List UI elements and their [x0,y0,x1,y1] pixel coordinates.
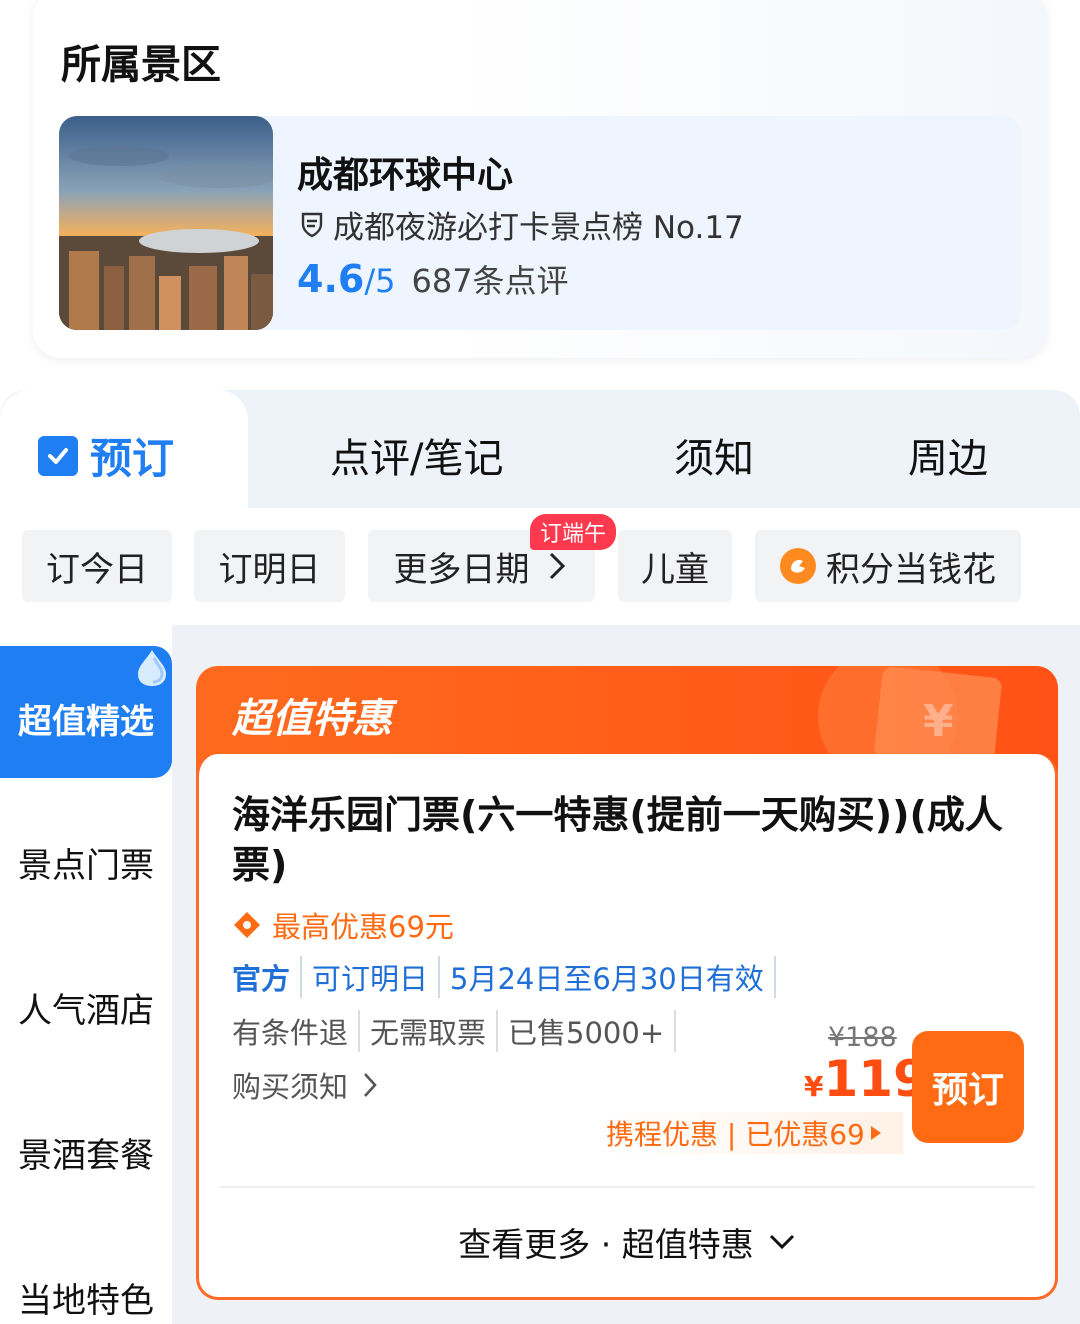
caret-right-icon [870,1126,881,1140]
view-more-button[interactable]: 查看更多 · 超值特惠 [196,1218,1058,1266]
svg-text:¥: ¥ [923,696,954,747]
chip-today[interactable]: 订今日 [22,530,172,602]
droplet-icon [138,650,166,686]
review-count: 687条点评 [411,262,569,300]
sale-price: ¥ 119 [804,1050,928,1108]
feature-tags: 官方 可订明日 5月24日至6月30日有效 [232,956,776,998]
chip-points[interactable]: 积分当钱花 [755,530,1021,602]
sidebar-item-local[interactable]: 当地特色 [0,1273,172,1322]
chip-tomorrow[interactable]: 订明日 [194,530,345,602]
product-title[interactable]: 海洋乐园门票(六一特惠(提前一天购买))(成人票) [232,790,1032,890]
tag-sold: 已售5000+ [498,1010,677,1052]
scenic-info[interactable]: 成都环球中心 成都夜游必打卡景点榜 No.17 4.6/5 687条点评 [59,116,1021,330]
ranking-badge[interactable]: 成都夜游必打卡景点榜 No.17 [297,202,744,247]
coupon-icon [234,912,260,938]
chevron-right-icon [364,1073,377,1097]
discount-line: 最高优惠69元 [232,904,454,946]
sidebar-item-label: 超值精选 [18,702,154,742]
scenic-name: 成都环球中心 [297,155,514,196]
chevron-right-icon [549,552,565,580]
rating[interactable]: 4.6/5 687条点评 [297,256,569,302]
sidebar-item-packages[interactable]: 景酒套餐 [0,1128,172,1177]
tab-nearby[interactable]: 周边 [908,426,988,484]
checkbox-icon [38,435,78,476]
dragon-boat-badge: 订端午 [530,514,616,550]
sidebar-item-tickets[interactable]: 景点门票 [0,838,172,887]
tag-bookable: 可订明日 [302,956,441,998]
tag-validity: 5月24日至6月30日有效 [440,956,776,998]
chevron-down-icon [769,1234,794,1250]
tag-refund: 有条件退 [232,1010,361,1052]
book-button[interactable]: 预订 [912,1031,1024,1143]
ranking-text: 成都夜游必打卡景点榜 No.17 [333,210,744,246]
tag-no-pickup: 无需取票 [360,1010,499,1052]
purchase-notice-link[interactable]: 购买须知 [232,1064,380,1106]
divider [220,1186,1034,1188]
tag-official: 官方 [232,956,303,998]
scenic-card[interactable]: 所属景区 成都环球中心 成都夜游必打卡景点榜 No.17 4.6/5 687条点… [33,0,1047,358]
promo-tag[interactable]: 携程优惠 | 已优惠69 [604,1112,903,1154]
ranking-icon [301,212,323,237]
chip-children[interactable]: 儿童 [618,530,732,602]
tab-booking[interactable]: 预订 [38,425,174,486]
tab-notice[interactable]: 须知 [674,426,754,484]
section-title: 所属景区 [61,42,221,88]
policy-tags: 有条件退 无需取票 已售5000+ [232,1010,677,1052]
rating-score: 4.6/5 [297,257,396,301]
original-price: ¥188 [828,1022,897,1053]
sidebar-item-hotels[interactable]: 人气酒店 [0,983,172,1032]
tab-reviews[interactable]: 点评/笔记 [330,426,503,484]
scenic-photo [59,116,273,330]
deal-header-title: 超值特惠 [232,696,392,742]
points-icon [780,548,816,584]
